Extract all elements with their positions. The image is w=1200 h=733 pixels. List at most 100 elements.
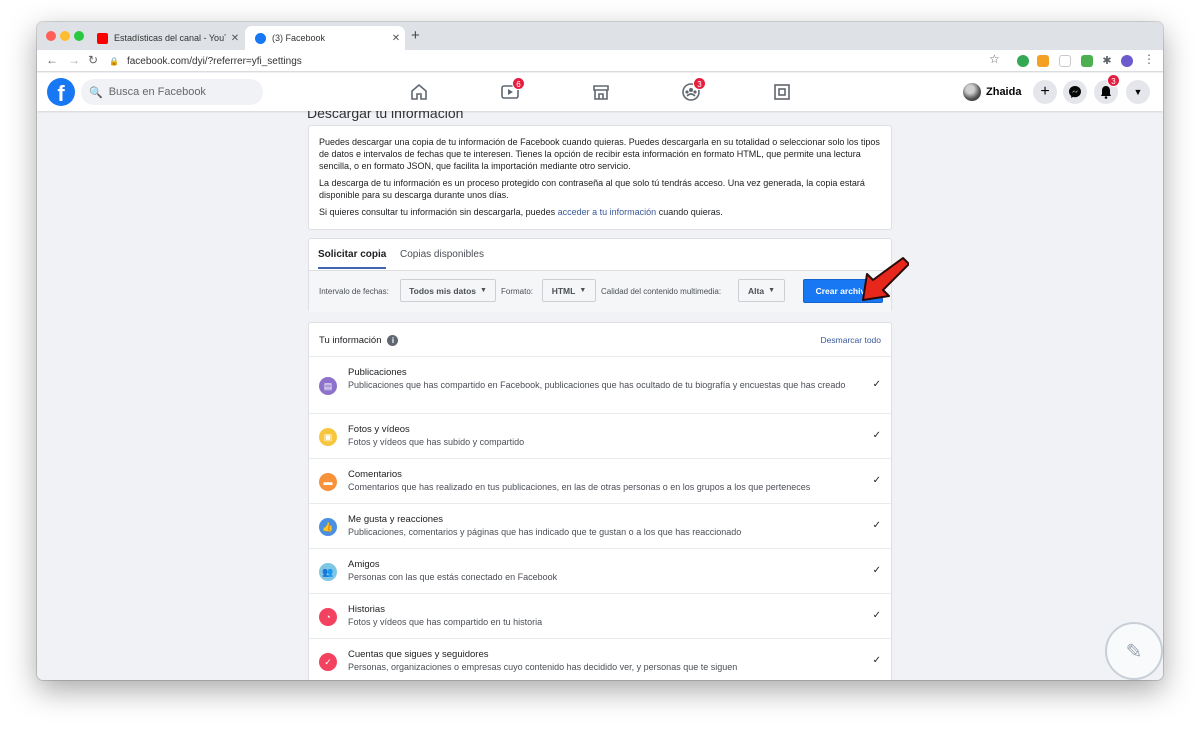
tab-request-copy[interactable]: Solicitar copia: [318, 249, 387, 269]
extension-shield-icon[interactable]: [1017, 55, 1029, 67]
category-icon: ✓: [319, 653, 337, 671]
item-title: Cuentas que sigues y seguidores: [348, 649, 489, 660]
category-icon: 👍: [319, 518, 337, 536]
browser-menu-icon[interactable]: ⋮: [1143, 52, 1155, 66]
maximize-window-button[interactable]: [74, 31, 84, 41]
item-title: Comentarios: [348, 469, 402, 480]
item-title: Me gusta y reacciones: [348, 514, 444, 525]
notifications-bell-icon[interactable]: 3: [1094, 74, 1120, 104]
close-tab-icon[interactable]: ✕: [226, 33, 244, 44]
create-plus-button[interactable]: +: [1033, 80, 1057, 104]
tabs-row: Solicitar copia Copias disponibles: [309, 239, 891, 270]
list-item[interactable]: 👥 Amigos Personas con las que estás conect…: [309, 549, 891, 594]
page-content: Descargar tu información Puedes descarga…: [37, 111, 1163, 680]
profile-avatar-icon[interactable]: [1121, 55, 1133, 67]
format-label: Formato:: [501, 287, 534, 296]
forward-icon[interactable]: →: [68, 53, 80, 67]
new-tab-button[interactable]: +: [411, 27, 420, 44]
intro-paragraph-2: La descarga de tu información es un proc…: [319, 178, 865, 200]
item-description: Personas con las que estás conectado en …: [348, 572, 558, 582]
list-item[interactable]: 👍 Me gusta y reacciones Publicaciones, com…: [309, 504, 891, 549]
deselect-all-link[interactable]: Desmarcar todo: [821, 335, 881, 345]
access-info-link[interactable]: acceder a tu información: [558, 207, 657, 217]
tab-available-copies[interactable]: Copias disponibles: [400, 249, 484, 260]
minimize-window-button[interactable]: [60, 31, 70, 41]
list-item[interactable]: ◔ Historias Fotos y vídeos que has compart…: [309, 594, 891, 639]
list-item[interactable]: ▣ Fotos y vídeos Fotos y vídeos que has su…: [309, 414, 891, 459]
media-quality-select[interactable]: Alta ▼: [738, 279, 785, 302]
extension-green-icon[interactable]: [1081, 55, 1093, 67]
back-icon[interactable]: ←: [46, 53, 58, 67]
account-menu-chevron-down-icon[interactable]: ▼: [1126, 80, 1150, 104]
item-title: Amigos: [348, 559, 380, 570]
address-bar: ← → ↻ 🔒 facebook.com/dyi/?referrer=yfi_s…: [37, 50, 1163, 72]
category-icon: ◔: [319, 608, 337, 626]
watch-nav-icon[interactable]: 6: [500, 77, 525, 102]
lock-icon: 🔒: [109, 56, 119, 66]
browser-window: Estadísticas del canal - YouTub ✕ (3) Fa…: [37, 22, 1163, 680]
category-icon: ▣: [319, 428, 337, 446]
item-description: Fotos y vídeos que has compartido en tu …: [348, 617, 543, 627]
extension-chart-icon[interactable]: [1037, 55, 1049, 67]
bookmark-star-icon[interactable]: ☆: [989, 52, 1000, 66]
caret-down-icon: ▼: [579, 287, 587, 294]
list-item[interactable]: ▤ Publicaciones Publicaciones que has comp…: [309, 357, 891, 414]
marketplace-nav-icon[interactable]: [591, 82, 611, 102]
profile-button[interactable]: Zhaida: [963, 81, 1021, 103]
extension-translate-icon[interactable]: [1059, 55, 1071, 67]
caret-down-icon: ▼: [479, 287, 487, 294]
date-range-label: Intervalo de fechas:: [319, 287, 389, 296]
request-copy-card: Solicitar copia Copias disponibles Inter…: [308, 238, 892, 312]
tab-facebook[interactable]: (3) Facebook ✕: [245, 26, 405, 50]
close-tab-icon[interactable]: ✕: [387, 33, 405, 44]
facebook-icon: [255, 32, 266, 44]
item-description: Comentarios que has realizado en tus pub…: [348, 482, 811, 492]
intro-paragraph-3: Si quieres consultar tu información sin …: [319, 206, 881, 218]
check-icon[interactable]: ✓: [873, 655, 881, 666]
info-icon[interactable]: i: [387, 335, 399, 346]
watermark-logo-icon: ✎: [1105, 622, 1163, 680]
check-icon[interactable]: ✓: [873, 430, 881, 441]
groups-badge: 3: [693, 77, 706, 90]
messenger-icon[interactable]: [1063, 80, 1087, 104]
profile-name: Zhaida: [986, 86, 1022, 98]
home-nav-icon[interactable]: [409, 82, 429, 102]
item-description: Publicaciones, comentarios y páginas que…: [348, 527, 742, 537]
groups-nav-icon[interactable]: 3: [681, 77, 706, 102]
tab-title: Estadísticas del canal - YouTub: [114, 33, 226, 43]
item-description: Fotos y vídeos que has subido y comparti…: [348, 437, 525, 447]
search-placeholder: Busca en Facebook: [108, 86, 206, 98]
check-icon[interactable]: ✓: [873, 475, 881, 486]
gaming-nav-icon[interactable]: [772, 82, 792, 102]
item-title: Historias: [348, 604, 385, 615]
tab-youtube[interactable]: Estadísticas del canal - YouTub ✕: [87, 26, 244, 50]
extensions-puzzle-icon[interactable]: ✱: [1101, 55, 1113, 67]
info-title: Tu información i: [319, 335, 399, 346]
url-text: facebook.com/dyi/?referrer=yfi_settings: [126, 55, 302, 67]
intro-text: Si quieres consultar tu información sin …: [319, 207, 558, 217]
list-item[interactable]: ✓ Cuentas que sigues y seguidores Personas…: [309, 639, 891, 680]
list-item[interactable]: ▬ Comentarios Comentarios que has realizad…: [309, 459, 891, 504]
media-quality-label: Calidad del contenido multimedia:: [601, 287, 722, 296]
check-icon[interactable]: ✓: [873, 610, 881, 621]
item-description: Personas, organizaciones o empresas cuyo…: [348, 662, 738, 672]
format-select[interactable]: HTML ▼: [542, 279, 596, 302]
item-description: Publicaciones que has compartido en Face…: [348, 380, 846, 390]
check-icon[interactable]: ✓: [873, 565, 881, 576]
red-arrow-annotation-icon: [862, 257, 909, 301]
watch-badge: 6: [512, 77, 525, 90]
page-title: Descargar tu información: [307, 111, 464, 121]
intro-paragraph-1: Puedes descargar una copia de tu informa…: [319, 137, 880, 171]
info-header: Tu información i Desmarcar todo: [309, 323, 891, 357]
avatar: [963, 83, 981, 101]
info-title-text: Tu información: [319, 335, 382, 346]
format-value: HTML: [551, 285, 576, 296]
facebook-logo-icon[interactable]: f: [47, 78, 75, 106]
reload-icon[interactable]: ↻: [88, 53, 98, 67]
url-field[interactable]: 🔒 facebook.com/dyi/?referrer=yfi_setting…: [109, 53, 302, 69]
check-icon[interactable]: ✓: [873, 379, 881, 390]
search-input[interactable]: 🔍 Busca en Facebook: [81, 79, 263, 105]
check-icon[interactable]: ✓: [873, 520, 881, 531]
date-range-select[interactable]: Todos mis datos ▼: [400, 279, 496, 302]
close-window-button[interactable]: [46, 31, 56, 41]
